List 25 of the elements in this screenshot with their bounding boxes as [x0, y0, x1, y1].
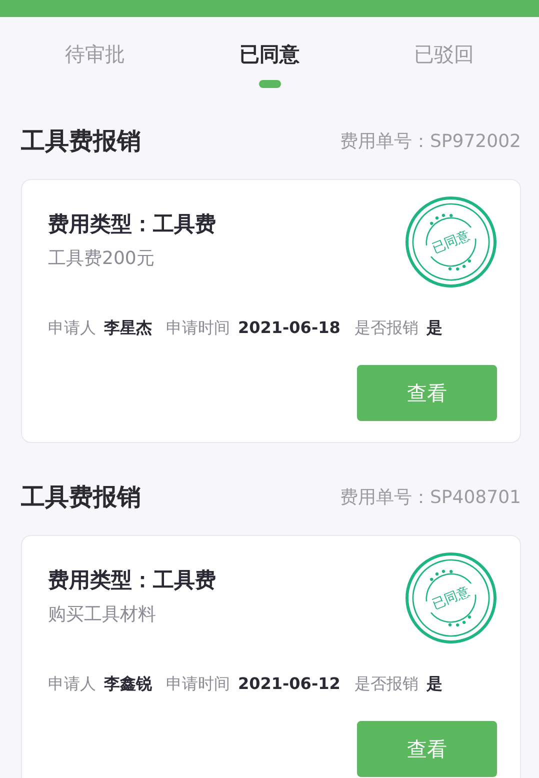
field-label: 申请时间	[166, 318, 230, 339]
view-button[interactable]: 查看	[357, 365, 497, 421]
field-value: 是	[426, 674, 442, 695]
field-value: 2021-06-12	[238, 674, 340, 693]
field-label: 申请时间	[166, 674, 230, 695]
order-number: 费用单号：SP408701	[340, 486, 521, 509]
expense-description: 购买工具材料	[48, 603, 157, 626]
tab[interactable]: 已驳回	[399, 41, 489, 101]
field-label: 申请人	[48, 318, 96, 339]
field-value: 李鑫锐	[104, 674, 152, 695]
section-title: 工具费报销	[21, 126, 141, 157]
section-title: 工具费报销	[21, 482, 141, 513]
view-button[interactable]: 查看	[357, 721, 497, 777]
expense-type: 费用类型：工具费	[48, 211, 216, 238]
field-label: 是否报销	[354, 318, 418, 339]
field-value: 李星杰	[104, 318, 152, 339]
order-number: 费用单号：SP972002	[340, 130, 521, 153]
expense-description: 工具费200元	[48, 247, 156, 270]
field-value: 2021-06-18	[238, 318, 340, 337]
field-label: 是否报销	[354, 674, 418, 695]
tab[interactable]: 待审批	[50, 41, 140, 101]
field-value: 是	[426, 318, 442, 339]
expense-type: 费用类型：工具费	[48, 567, 216, 594]
tab[interactable]: 已同意	[224, 41, 314, 101]
field-label: 申请人	[48, 674, 96, 695]
